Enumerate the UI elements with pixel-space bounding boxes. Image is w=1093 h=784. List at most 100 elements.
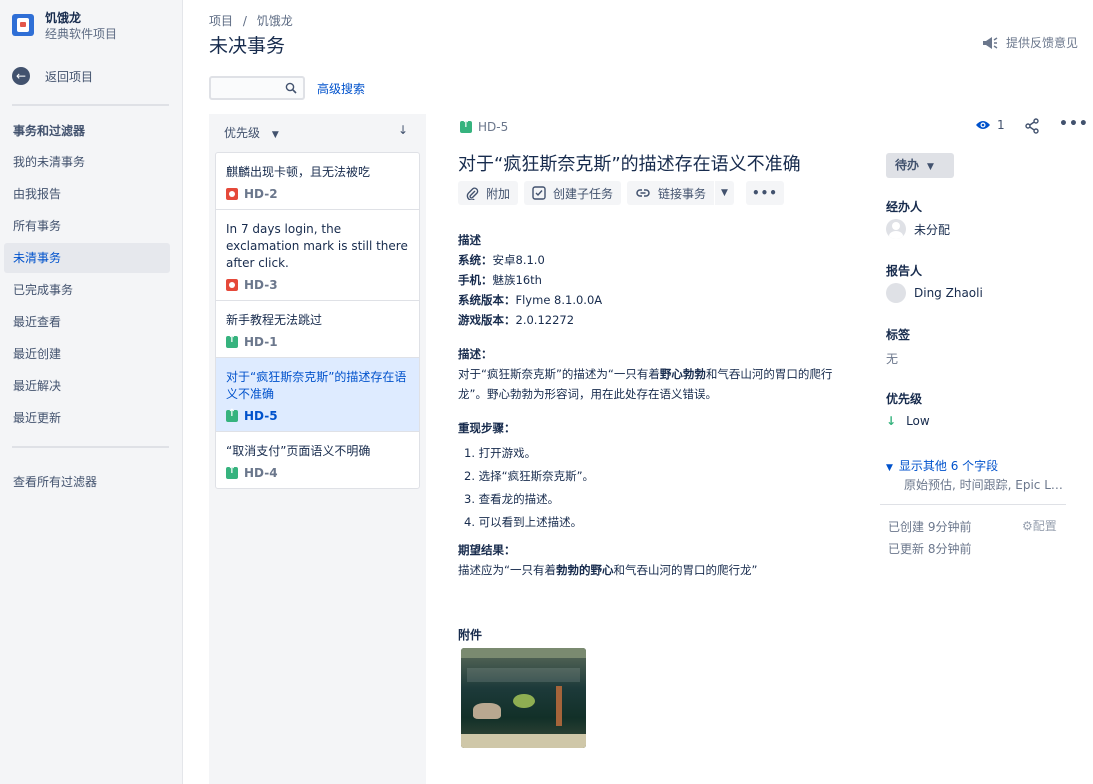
sidebar-item-recently-viewed[interactable]: 最近查看 [4,307,170,337]
status-dropdown[interactable]: 待办 ▼ [886,153,954,178]
breadcrumb-project[interactable]: 饥饿龙 [257,14,293,28]
sidebar-item-all-issues[interactable]: 所有事务 [4,211,170,241]
subtask-icon [532,186,546,200]
env-row: 系统：安卓8.1.0 [458,253,545,267]
env-row: 游戏版本：2.0.12272 [458,313,575,327]
configure-button[interactable]: ⚙配置 [1022,517,1057,534]
issue-card[interactable]: In 7 days login, the exclamation mark is… [216,210,419,301]
project-type: 经典软件项目 [45,27,118,41]
chevron-down-icon: ▼ [721,188,728,198]
issue-card[interactable]: 新手教程无法跳过 HD-1 [216,301,419,358]
search-icon [285,82,297,94]
avatar-placeholder-icon [886,219,906,239]
create-subtask-label: 创建子任务 [553,186,614,201]
expected-heading: 期望结果： [458,543,516,557]
back-label: 返回项目 [45,69,94,84]
attachments-heading: 附件 [458,628,483,642]
more-actions-button[interactable]: ••• [745,181,784,205]
list-item: 4. 可以看到上述描述。 [464,515,583,529]
reporter-value: Ding Zhaoli [914,286,983,300]
link-issue-label: 链接事务 [658,186,707,201]
issue-actions: 附加 创建子任务 链接事务 ▼ ••• [458,181,790,205]
search-input[interactable] [209,76,305,100]
issue-key-link[interactable]: HD-5 [460,119,509,134]
issue-key: HD-1 [244,335,278,349]
link-issue-dropdown[interactable]: ▼ [715,181,734,205]
attach-button[interactable]: 附加 [458,181,519,205]
chevron-down-icon: ▼ [271,130,279,140]
show-more-fields-link[interactable]: ▼ 显示其他 6 个字段 [886,457,998,474]
gear-icon: ⚙ [1022,519,1033,533]
issue-card-title: 新手教程无法跳过 [226,313,323,327]
link-icon [636,189,650,197]
sort-label: 优先级 [224,126,261,140]
sidebar-item-my-open[interactable]: 我的未清事务 [4,147,170,177]
steps-list: 1. 打开游戏。 2. 选择“疯狂斯奈克斯”。 3. 查看龙的描述。 4. 可以… [464,442,848,534]
issue-title[interactable]: 对于“疯狂斯奈克斯”的描述存在语义不准确 [458,150,801,176]
priority-value: Low [906,414,930,428]
avatar [886,283,906,303]
arrow-left-icon: ← [12,67,30,85]
labels-label: 标签 [886,328,911,342]
labels-value[interactable]: 无 [886,350,898,367]
description-heading: 描述 [458,233,481,247]
issue-key: HD-4 [244,466,278,480]
chevron-down-icon: ▼ [927,162,934,172]
issue-key: HD-2 [244,187,278,201]
issue-key: HD-5 [478,120,509,134]
feedback-button[interactable]: 提供反馈意见 [982,34,1078,51]
issue-key: HD-5 [244,409,278,423]
sidebar-item-open-issues[interactable]: 未清事务 [4,243,170,273]
issue-key: HD-3 [244,278,278,292]
divider [880,504,1066,505]
issue-card-selected[interactable]: 对于“疯狂斯奈克斯”的描述存在语义不准确 HD-5 [216,358,419,432]
sidebar-item-recently-updated[interactable]: 最近更新 [4,403,170,433]
breadcrumb-projects[interactable]: 项目 [209,14,233,28]
back-to-project-link[interactable]: ← 返回项目 [12,66,93,86]
divider [12,104,169,106]
sidebar: 饥饿龙 经典软件项目 ← 返回项目 事务和过滤器 我的未清事务 由我报告 所有事… [0,0,183,784]
issue-card[interactable]: “取消支付”页面语义不明确 HD-4 [216,432,419,488]
steps-heading: 重现步骤： [458,421,516,435]
list-item: 2. 选择“疯狂斯奈克斯”。 [464,469,595,483]
reporter-field[interactable]: Ding Zhaoli [886,283,983,303]
project-header[interactable]: 饥饿龙 经典软件项目 [12,10,117,44]
assignee-value: 未分配 [914,222,951,237]
desc2-text: 对于“疯狂斯奈克斯”的描述为“一只有着野心勃勃和气吞山河的胃口的爬行龙”。野心勃… [458,367,833,401]
advanced-search-link[interactable]: 高级搜索 [317,80,365,97]
eye-icon [976,121,990,129]
attachment-thumbnail[interactable] [461,648,586,748]
desc2-heading: 描述： [458,347,493,361]
paperclip-icon [466,187,479,200]
create-subtask-button[interactable]: 创建子任务 [524,181,622,205]
priority-label: 优先级 [886,392,923,406]
megaphone-icon [982,36,998,49]
page-title: 未决事务 [209,35,286,57]
priority-field[interactable]: ↓ Low [886,414,930,428]
show-more-fields-label: 显示其他 6 个字段 [898,459,999,473]
assignee-field[interactable]: 未分配 [886,219,950,239]
improvement-icon [460,119,472,133]
issue-card-title: 麒麟出现卡顿，且无法被吃 [226,165,371,179]
description[interactable]: 描述 系统：安卓8.1.0 手机：魅族16th 系统版本：Flyme 8.1.0… [458,230,848,580]
improvement-icon [226,465,238,479]
sidebar-item-done[interactable]: 已完成事务 [4,275,170,305]
view-all-filters-link[interactable]: 查看所有过滤器 [4,467,170,497]
list-item: 3. 查看龙的描述。 [464,492,560,506]
sidebar-item-recently-created[interactable]: 最近创建 [4,339,170,369]
sidebar-item-reported-by-me[interactable]: 由我报告 [4,179,170,209]
more-fields-summary: 原始预估, 时间跟踪, Epic Li... [904,478,1064,492]
watchers-button[interactable]: 1 [975,118,1005,132]
configure-label: 配置 [1032,519,1057,533]
assignee-label: 经办人 [886,200,923,214]
feedback-label: 提供反馈意见 [1005,36,1078,50]
sidebar-item-recently-resolved[interactable]: 最近解决 [4,371,170,401]
share-button[interactable] [1024,118,1040,137]
issue-list: 麒麟出现卡顿，且无法被吃 HD-2 In 7 days login, the e… [215,152,420,489]
breadcrumb: 项目 / 饥饿龙 [209,12,299,29]
more-options-icon[interactable]: ••• [1059,116,1089,132]
sort-direction-arrow-down-icon[interactable]: ↓ [398,123,408,137]
sort-by-priority-dropdown[interactable]: 优先级 ▼ [224,124,279,141]
link-issue-button[interactable]: 链接事务 [627,181,715,205]
issue-card[interactable]: 麒麟出现卡顿，且无法被吃 HD-2 [216,153,419,210]
